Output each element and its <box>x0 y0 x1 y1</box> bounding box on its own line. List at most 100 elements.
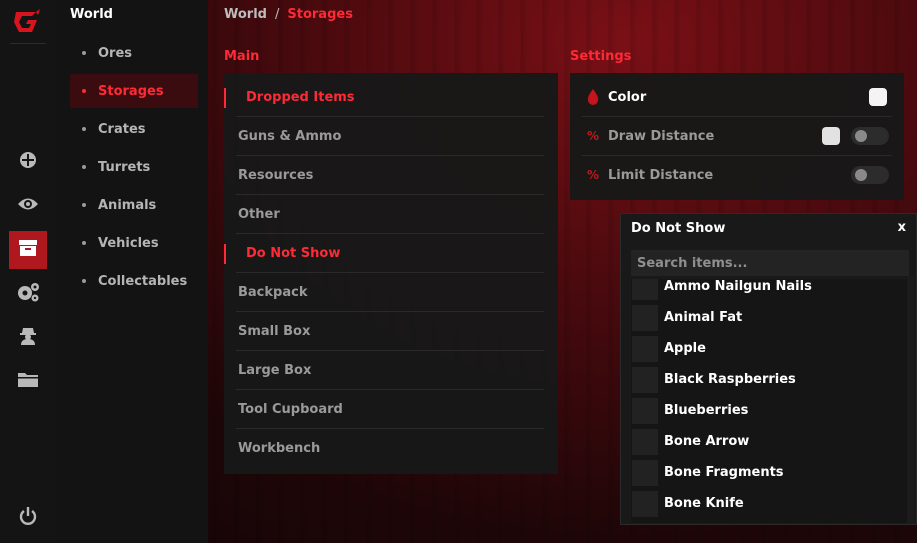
header-accent-bar <box>224 88 226 108</box>
power-icon <box>18 506 38 530</box>
option-backpack[interactable]: Backpack <box>224 273 544 312</box>
setting-label: Draw Distance <box>608 129 715 144</box>
search-input[interactable] <box>631 250 909 276</box>
subnav-item-vehicles[interactable]: Vehicles <box>70 226 198 260</box>
settings-section-label: Settings <box>570 49 632 64</box>
item-label: Ammo Nailgun Nails <box>664 279 812 294</box>
setting-draw-distance: % Draw Distance <box>570 117 904 156</box>
main-panel: Dropped Items Guns & Ammo Resources Othe… <box>224 73 558 474</box>
subnav-item-animals[interactable]: Animals <box>70 188 198 222</box>
storage-box-icon <box>18 239 38 261</box>
row-label: Large Box <box>238 363 312 378</box>
item-checkbox[interactable] <box>632 335 658 362</box>
rail-item-configs[interactable] <box>9 363 47 401</box>
subnav-label: Animals <box>98 197 157 213</box>
item-checkbox[interactable] <box>632 397 658 424</box>
item-checkbox[interactable] <box>632 279 658 300</box>
item-checkbox[interactable] <box>632 428 658 455</box>
option-small-box[interactable]: Small Box <box>224 312 544 351</box>
breadcrumb-separator: / <box>274 7 280 22</box>
item-label: Bone Knife <box>664 496 744 511</box>
close-icon[interactable]: x <box>898 220 906 235</box>
icon-rail <box>0 0 56 543</box>
row-label: Dropped Items <box>246 90 355 105</box>
section-title: World <box>70 7 113 22</box>
item-list: Ammo Nailgun Nails Animal Fat Apple Blac… <box>630 278 908 524</box>
option-other[interactable]: Other <box>224 195 544 234</box>
setting-limit-distance: % Limit Distance <box>570 156 904 195</box>
subnav-item-collectables[interactable]: Collectables <box>70 264 198 298</box>
percent-icon: % <box>586 129 600 143</box>
subnav-item-ores[interactable]: Ores <box>70 36 198 70</box>
header-accent-bar <box>224 244 226 264</box>
gears-icon <box>16 281 40 307</box>
do-not-show-popup: Do Not Show x Ammo Nailgun Nails Animal … <box>620 213 917 525</box>
breadcrumb-parent[interactable]: World <box>224 7 267 22</box>
percent-icon: % <box>586 168 600 182</box>
list-item[interactable]: Apple <box>631 333 901 364</box>
rail-item-players[interactable] <box>9 319 47 357</box>
item-checkbox[interactable] <box>632 459 658 486</box>
list-item[interactable]: Blueberries <box>631 395 901 426</box>
drop-icon <box>585 89 601 105</box>
bullet-dot <box>82 241 86 245</box>
option-workbench[interactable]: Workbench <box>224 429 544 468</box>
list-item[interactable]: Animal Fat <box>631 302 901 333</box>
color-swatch[interactable] <box>869 88 887 106</box>
subnav-label: Collectables <box>98 273 188 289</box>
subnav-label: Ores <box>98 45 133 61</box>
list-item[interactable]: Ammo Nailgun Nails <box>631 279 901 302</box>
subnav-item-turrets[interactable]: Turrets <box>70 150 198 184</box>
subnav-item-storages[interactable]: Storages <box>70 74 198 108</box>
subnav-label: Storages <box>98 83 164 99</box>
item-checkbox[interactable] <box>632 366 658 393</box>
list-item[interactable]: Bone Knife <box>631 488 901 519</box>
draw-distance-color-swatch[interactable] <box>822 127 840 145</box>
item-label: Blueberries <box>664 403 749 418</box>
rail-item-aim[interactable] <box>9 143 47 181</box>
settings-panel: Color % Draw Distance % Limit Distance <box>570 73 904 200</box>
folder-icon <box>17 371 39 393</box>
item-label: Black Raspberries <box>664 372 796 387</box>
draw-distance-toggle[interactable] <box>851 127 889 145</box>
crosshair-icon <box>18 150 38 174</box>
item-label: Apple <box>664 341 706 356</box>
item-label: Bone Arrow <box>664 434 750 449</box>
list-item[interactable]: Bone Fragments <box>631 457 901 488</box>
option-resources[interactable]: Resources <box>224 156 544 195</box>
option-guns-ammo[interactable]: Guns & Ammo <box>224 117 544 156</box>
setting-label: Color <box>608 90 647 105</box>
group-header-do-not-show: Do Not Show <box>224 234 544 273</box>
row-label: Backpack <box>238 285 308 300</box>
row-label: Do Not Show <box>246 246 341 261</box>
row-label: Small Box <box>238 324 311 339</box>
breadcrumb-current: Storages <box>287 7 353 22</box>
main-section-label: Main <box>224 49 260 64</box>
spy-icon <box>18 326 38 350</box>
rail-item-world[interactable] <box>9 231 47 269</box>
list-item[interactable]: Bone Arrow <box>631 426 901 457</box>
row-label: Other <box>238 207 280 222</box>
bullet-dot <box>82 127 86 131</box>
row-label: Resources <box>238 168 314 183</box>
eye-icon <box>17 196 39 216</box>
subnav-item-crates[interactable]: Crates <box>70 112 198 146</box>
bullet-dot <box>82 279 86 283</box>
item-checkbox[interactable] <box>632 304 658 331</box>
list-scrollbar[interactable] <box>908 276 914 524</box>
bullet-dot <box>82 165 86 169</box>
row-label: Guns & Ammo <box>238 129 342 144</box>
row-label: Workbench <box>238 441 321 456</box>
option-tool-cupboard[interactable]: Tool Cupboard <box>224 390 544 429</box>
rail-item-visuals[interactable] <box>9 187 47 225</box>
item-checkbox[interactable] <box>632 490 658 517</box>
limit-distance-toggle[interactable] <box>851 166 889 184</box>
breadcrumb: World / Storages <box>224 7 353 22</box>
rail-divider <box>10 43 46 44</box>
bullet-dot <box>82 89 86 93</box>
rail-item-misc[interactable] <box>9 275 47 313</box>
popup-title: Do Not Show <box>631 221 726 236</box>
rail-item-power[interactable] <box>9 499 47 537</box>
option-large-box[interactable]: Large Box <box>224 351 544 390</box>
list-item[interactable]: Black Raspberries <box>631 364 901 395</box>
